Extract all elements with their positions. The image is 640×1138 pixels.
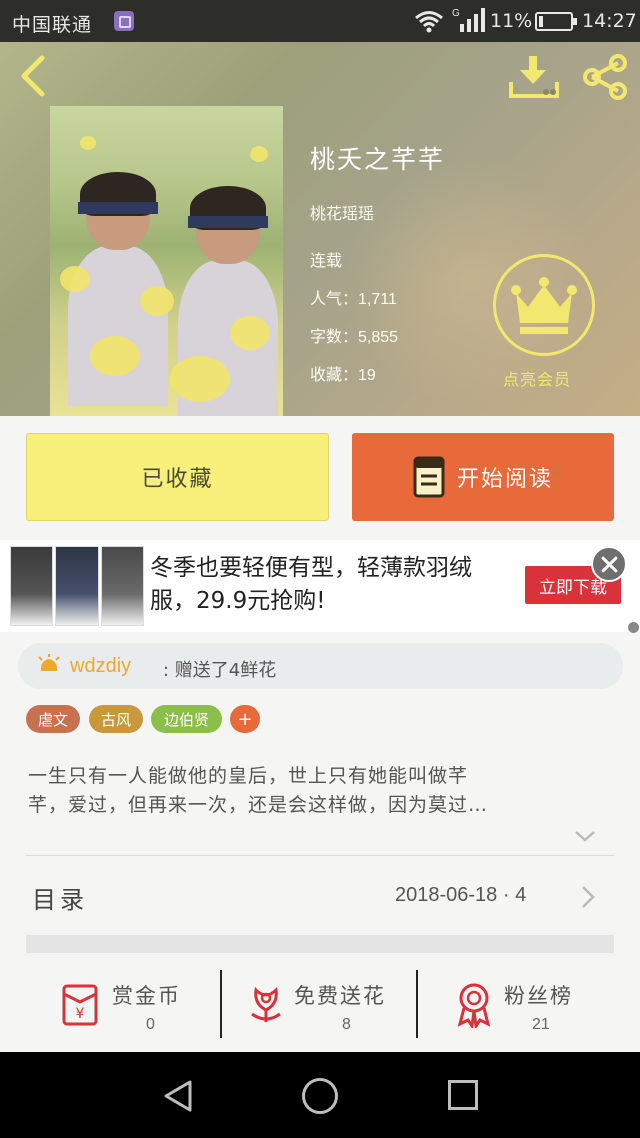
popularity-label: 人气： [310,289,359,308]
description-line: 芊，爱过，但再来一次，还是会这样做，因为莫过… [28,794,489,816]
wifi-icon [415,11,443,33]
book-description[interactable]: 一生只有一人能做他的皇后，世上只有她能叫做芊 芊，爱过，但再来一次，还是会这样做… [28,762,613,820]
battery-icon [535,12,577,31]
popularity-value: 1,711 [358,291,397,308]
crown-icon [511,277,577,334]
catalog-info: 2018-06-18 · 4 [395,884,527,906]
section-separator [26,935,614,953]
ad-image [10,546,144,626]
battery-percent: 11% [490,10,533,32]
stat-coins[interactable]: ¥ 赏金币 0 [40,954,236,1052]
flower-icon [251,986,281,1022]
description-line: 一生只有一人能做他的皇后，世上只有她能叫做芊 [28,765,469,787]
wordcount-label: 字数： [310,327,359,346]
book-status: 连载 [310,251,343,270]
tag-item[interactable]: 虐文 [26,705,80,733]
add-tag-button[interactable]: + [230,705,260,733]
favorites-label: 收藏： [310,365,359,384]
signal-icon: G [452,8,485,32]
gift-message: : 赠送了4鲜花 [163,660,277,681]
book-icon [413,456,445,498]
tag-item[interactable]: 古风 [89,705,143,733]
nav-back-icon[interactable] [160,1078,196,1114]
book-wordcount: 字数：5,855 [310,323,398,347]
chevron-down-icon[interactable] [574,828,596,844]
book-favorites: 收藏：19 [310,361,376,385]
system-nav-bar [0,1052,640,1138]
nav-recent-apps-icon[interactable] [448,1080,478,1110]
ad-info-icon[interactable] [628,622,639,633]
download-icon[interactable] [508,54,560,100]
stat-label: 赏金币 [112,984,181,1008]
start-reading-button[interactable]: 开始阅读 [352,433,614,521]
stat-value: 0 [146,1016,155,1033]
gift-notice-icon [38,654,60,671]
stat-value: 8 [342,1016,351,1033]
carrier-name: 中国联通 [12,14,93,36]
book-popularity: 人气：1,711 [310,285,397,309]
collected-label: 已收藏 [141,467,214,492]
status-bar: 中国联通 G 11% 14:27 [0,0,640,42]
stat-fans[interactable]: 粉丝榜 21 [420,954,616,1052]
book-title: 桃夭之芊芊 [310,145,446,174]
network-type: G [452,8,460,19]
start-reading-label: 开始阅读 [456,467,553,492]
vip-button[interactable] [493,254,595,356]
stat-flowers[interactable]: 免费送花 8 [222,954,418,1052]
gift-notice[interactable]: wdzdiy : 赠送了4鲜花 [18,643,623,689]
divider [26,855,614,856]
book-header: 桃夭之芊芊 桃花瑶瑶 连载 人气：1,711 字数：5,855 收藏：19 点亮… [0,42,640,416]
book-author[interactable]: 桃花瑶瑶 [310,200,374,224]
clock: 14:27 [582,10,637,32]
svg-text:¥: ¥ [76,1006,85,1022]
stats-bar: ¥ 赏金币 0 免费送花 8 粉丝榜 21 [0,954,640,1052]
sim-icon [114,11,134,31]
vip-label[interactable]: 点亮会员 [503,366,571,390]
book-cover-image[interactable] [50,106,283,416]
stat-value: 21 [532,1016,550,1033]
stat-label: 粉丝榜 [504,984,573,1008]
favorites-value: 19 [358,367,376,384]
wordcount-value: 5,855 [358,329,399,346]
back-icon[interactable] [14,54,54,98]
nav-home-icon[interactable] [302,1078,338,1114]
stat-label: 免费送花 [294,984,386,1008]
catalog-title: 目录 [32,886,88,914]
red-envelope-icon: ¥ [62,984,98,1026]
share-icon[interactable] [580,52,630,102]
gift-user[interactable]: wdzdiy [70,655,131,678]
chevron-right-icon [582,886,595,908]
collected-button[interactable]: 已收藏 [26,433,329,521]
medal-icon [457,983,491,1028]
close-icon[interactable] [591,546,627,582]
tag-item[interactable]: 边伯贤 [151,705,222,733]
ad-text: 冬季也要轻便有型，轻薄款羽绒服，29.9元抢购! [150,555,472,614]
stat-divider [416,970,418,1038]
